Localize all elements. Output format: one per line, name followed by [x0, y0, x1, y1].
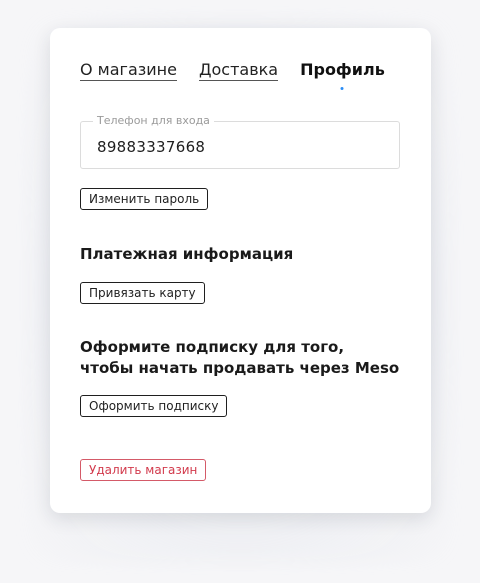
phone-field-value[interactable]: 89883337668 [97, 138, 205, 156]
tab-bar: О магазине Доставка Профиль [80, 60, 385, 90]
tab-profile-label: Профиль [300, 60, 385, 79]
active-tab-indicator [340, 87, 344, 90]
phone-field[interactable]: Телефон для входа 89883337668 [80, 114, 400, 169]
change-password-button[interactable]: Изменить пароль [80, 188, 209, 210]
subscription-heading-line2: чтобы начать продавать через Meso [80, 359, 400, 377]
tab-about-store[interactable]: О магазине [80, 60, 177, 81]
subscription-heading-line1: Оформите подписку для того, [80, 338, 345, 356]
subscribe-button[interactable]: Оформить подписку [80, 395, 228, 417]
link-card-button[interactable]: Привязать карту [80, 282, 205, 304]
tab-profile[interactable]: Профиль [300, 60, 385, 90]
phone-field-label: Телефон для входа [93, 114, 214, 127]
payment-info-heading: Платежная информация [80, 245, 294, 263]
tab-delivery[interactable]: Доставка [198, 60, 279, 81]
delete-store-button[interactable]: Удалить магазин [80, 459, 207, 481]
profile-card: О магазине Доставка Профиль Телефон для … [50, 28, 431, 513]
